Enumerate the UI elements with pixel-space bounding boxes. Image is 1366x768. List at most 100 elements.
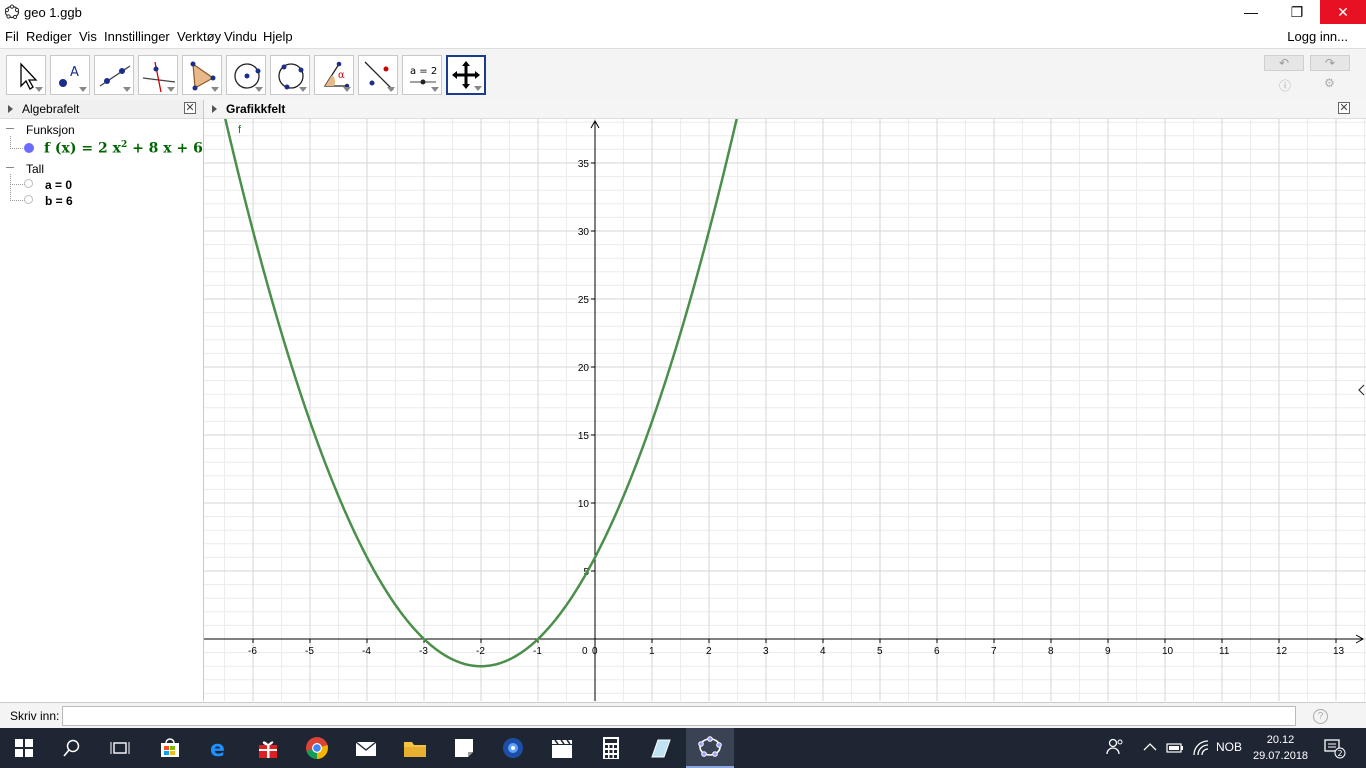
collapse-icon[interactable]: [6, 128, 14, 129]
menu-tools[interactable]: Verktøy: [177, 29, 221, 44]
tool-move[interactable]: [6, 55, 46, 95]
undo-button[interactable]: ↶: [1264, 55, 1304, 71]
restore-button[interactable]: ❐: [1274, 0, 1320, 24]
search-button[interactable]: [48, 728, 96, 768]
input-bar: Skriv inn: ?: [0, 702, 1366, 729]
visibility-toggle-f[interactable]: [24, 143, 34, 153]
calculator-icon: [603, 737, 619, 759]
menu-file[interactable]: Fil: [5, 29, 19, 44]
taskbar-calculator[interactable]: [587, 728, 635, 768]
battery-icon[interactable]: [1166, 742, 1184, 754]
taskbar-geogebra[interactable]: [686, 728, 734, 768]
task-view-icon: [110, 742, 130, 754]
tool-reflect[interactable]: [358, 55, 398, 95]
y-tick-label: 20: [578, 363, 590, 374]
collapse-arrow-icon[interactable]: [8, 105, 13, 113]
taskbar-sticky-notes[interactable]: [440, 728, 488, 768]
side-panel-toggle-icon[interactable]: [1358, 384, 1366, 396]
tool-angle[interactable]: α: [314, 55, 354, 95]
login-link[interactable]: Logg inn...: [1287, 29, 1348, 44]
taskbar-explorer[interactable]: [391, 728, 439, 768]
menu-view[interactable]: Vis: [79, 29, 97, 44]
visibility-toggle-a[interactable]: [24, 179, 33, 188]
help-icon[interactable]: ⓘ: [1279, 77, 1291, 94]
curve-label-f: f: [238, 124, 242, 136]
show-hidden-icons-chevron-up-icon[interactable]: [1143, 742, 1157, 752]
collapse-icon[interactable]: [6, 167, 14, 168]
x-tick-label: 10: [1162, 646, 1174, 657]
input-field[interactable]: [62, 706, 1296, 726]
people-icon[interactable]: [1106, 738, 1124, 756]
collapse-arrow-icon[interactable]: [212, 105, 217, 113]
minor-grid: [204, 119, 1366, 701]
minimize-button[interactable]: —: [1228, 0, 1274, 24]
visibility-toggle-b[interactable]: [24, 195, 33, 204]
taskbar-edge[interactable]: e: [195, 728, 243, 768]
input-help-icon[interactable]: ?: [1313, 709, 1328, 724]
tool-polygon[interactable]: [182, 55, 222, 95]
algebra-view: Algebrafelt ✕ Funksjon f (x) = 2 x2 + 8 …: [0, 100, 204, 701]
close-button[interactable]: ✕: [1320, 0, 1366, 24]
input-label: Skriv inn:: [10, 709, 60, 723]
clock[interactable]: 20.12 29.07.2018: [1253, 732, 1308, 764]
algebra-header: Algebrafelt ✕: [0, 100, 203, 119]
clock-date: 29.07.2018: [1253, 750, 1309, 762]
tree-line: [10, 136, 23, 149]
tool-circle-three-points[interactable]: [270, 55, 310, 95]
menu-settings[interactable]: Innstillinger: [104, 29, 170, 44]
x-tick-label: 0: [592, 646, 598, 657]
axes: [204, 119, 1365, 701]
menu-help[interactable]: Hjelp: [263, 29, 293, 44]
tree-line: [10, 184, 25, 201]
clock-time: 20.12: [1266, 734, 1295, 746]
wifi-icon[interactable]: [1192, 739, 1210, 757]
taskbar-mail[interactable]: [342, 728, 390, 768]
tool-circle[interactable]: [226, 55, 266, 95]
start-button[interactable]: [0, 728, 48, 768]
tool-perpendicular[interactable]: [138, 55, 178, 95]
svg-text:α: α: [338, 70, 345, 81]
x-tick-label: 4: [820, 646, 826, 657]
x-tick-label: -4: [362, 646, 371, 657]
menu-edit[interactable]: Rediger: [26, 29, 72, 44]
folder-icon: [404, 742, 426, 757]
taskbar-media-app[interactable]: [489, 728, 537, 768]
x-tick-label: 2: [706, 646, 712, 657]
x-tick-label: 6: [934, 646, 940, 657]
redo-button[interactable]: ↷: [1310, 55, 1350, 71]
task-view-button[interactable]: [96, 728, 144, 768]
svg-text:2: 2: [1338, 749, 1343, 758]
taskbar-video-editor[interactable]: [538, 728, 586, 768]
taskbar-eraser-app[interactable]: [636, 728, 684, 768]
x-tick-label: 7: [991, 646, 997, 657]
notifications-icon[interactable]: 2: [1324, 739, 1346, 759]
taskbar: e NOB 20.12 29.07.2018 2: [0, 728, 1366, 768]
graphics-view[interactable]: Grafikkfelt ✕ -6 -5 -4 -3 -2 -1 0 1 2 3 4 5 6 7 8 9 10 11…: [204, 100, 1366, 701]
tool-move-graphics-view[interactable]: [446, 55, 486, 95]
close-graphics-icon[interactable]: ✕: [1338, 102, 1350, 114]
tool-slider[interactable]: a = 2: [402, 55, 442, 95]
number-b[interactable]: b = 6: [45, 194, 73, 208]
y-tick-label: 30: [578, 227, 590, 238]
x-tick-label: -6: [248, 646, 257, 657]
tool-line[interactable]: [94, 55, 134, 95]
y-tick-label: 15: [578, 431, 590, 442]
taskbar-store[interactable]: [146, 728, 194, 768]
gear-icon[interactable]: ⚙: [1324, 76, 1335, 90]
taskbar-chrome[interactable]: [293, 728, 341, 768]
coordinate-plot[interactable]: -6 -5 -4 -3 -2 -1 0 1 2 3 4 5 6 7 8 9 10 11 12 130510152025…: [204, 119, 1366, 701]
gift-icon: [259, 741, 277, 758]
x-tick-label: 12: [1276, 646, 1288, 657]
x-tick-label: -5: [305, 646, 314, 657]
taskbar-gift[interactable]: [244, 728, 292, 768]
x-tick-label: -1: [533, 646, 542, 657]
toolbar: A α a = 2 ↶ ↷ ⓘ ⚙: [0, 48, 1366, 102]
number-a[interactable]: a = 0: [45, 178, 72, 192]
major-grid: [204, 119, 1366, 701]
svg-text:a = 2: a = 2: [410, 66, 437, 77]
function-f-expression[interactable]: f (x) = 2 x2 + 8 x + 6: [44, 140, 203, 157]
menu-window[interactable]: Vindu: [224, 29, 257, 44]
language-indicator[interactable]: NOB: [1216, 740, 1242, 754]
close-algebra-icon[interactable]: ✕: [184, 102, 196, 114]
tool-point[interactable]: A: [50, 55, 90, 95]
